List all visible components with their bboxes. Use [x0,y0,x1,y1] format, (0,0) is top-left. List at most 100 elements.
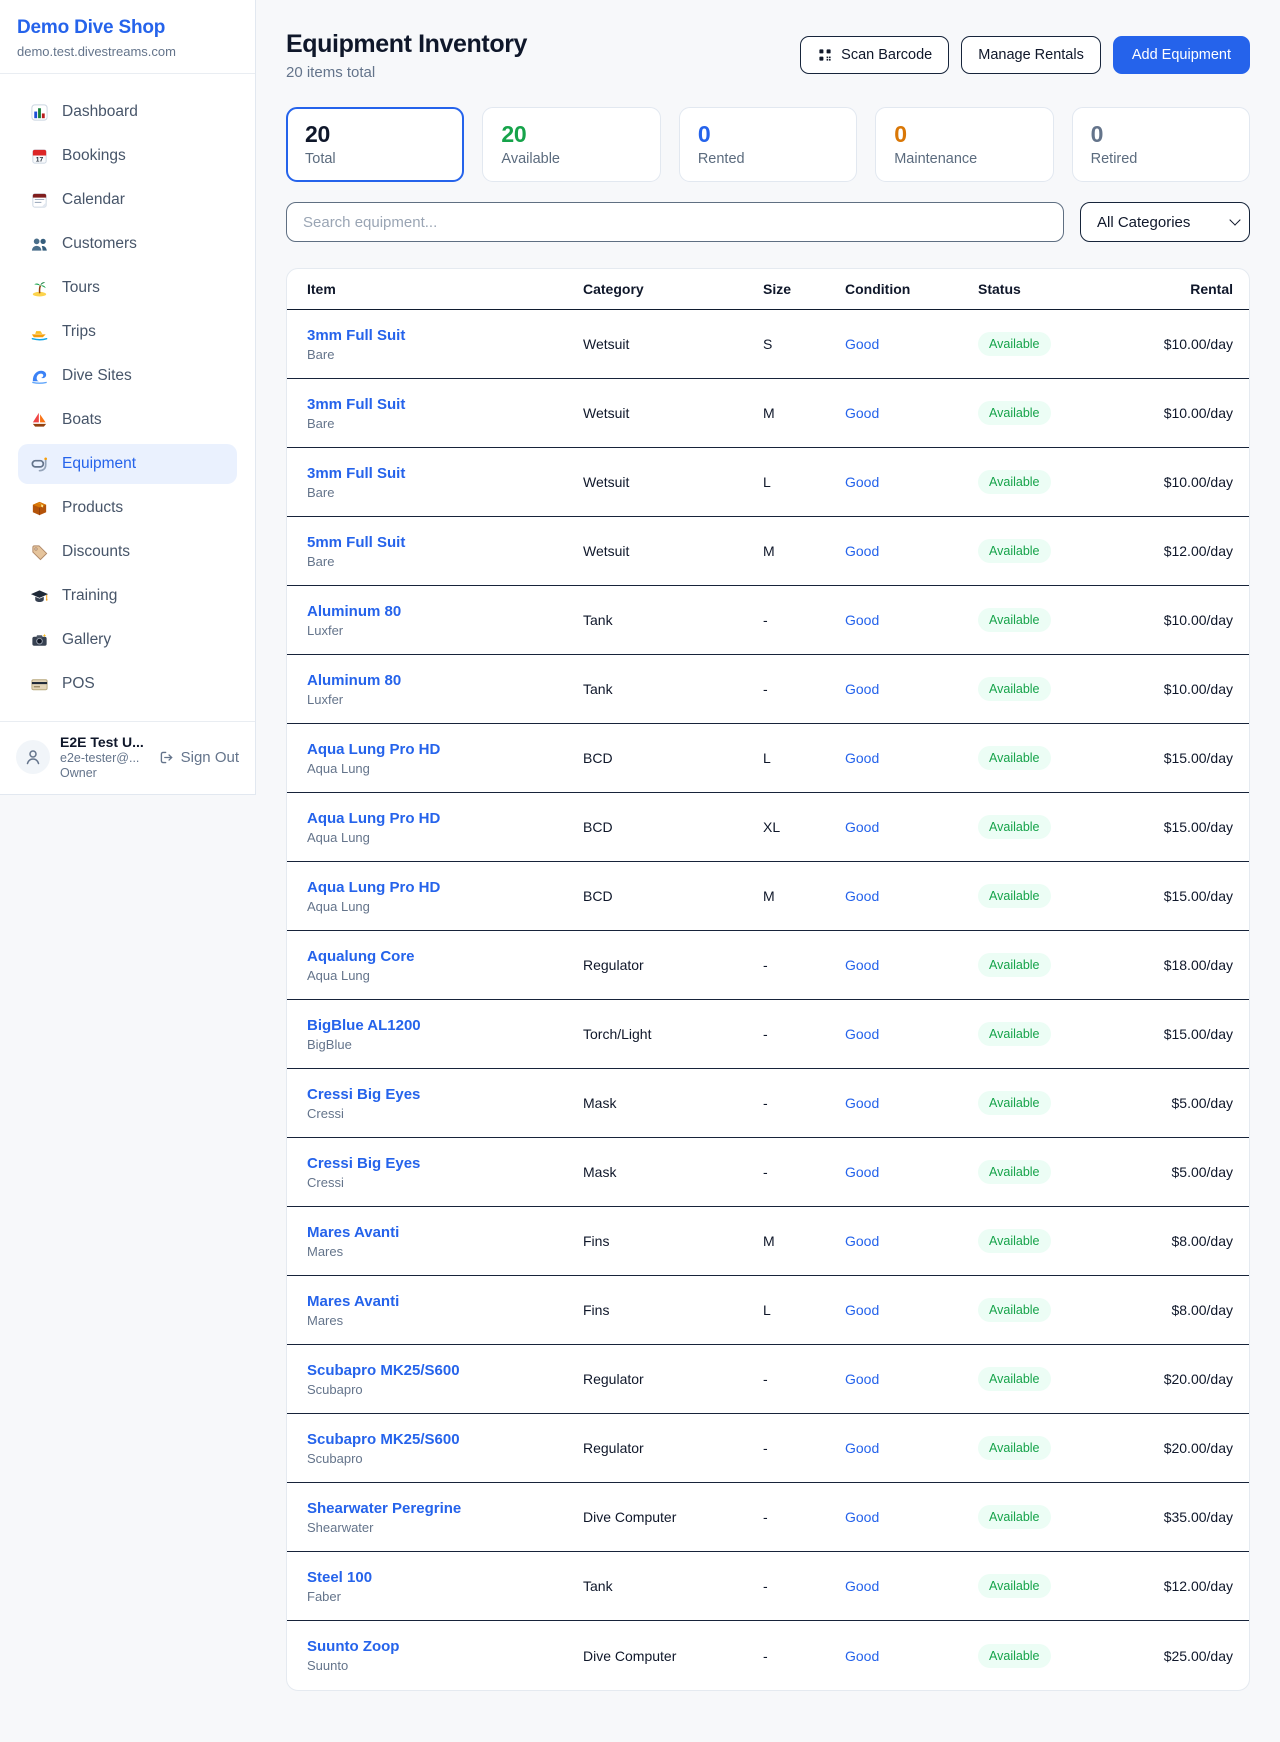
item-brand: Faber [307,1589,583,1604]
sidebar-item-training[interactable]: Training [18,576,237,616]
stat-card-available[interactable]: 20 Available [482,107,660,182]
rental-rate: $15.00/day [1138,888,1233,904]
condition-link[interactable]: Good [845,1509,978,1525]
condition-link[interactable]: Good [845,543,978,559]
brand-title[interactable]: Demo Dive Shop [17,17,238,39]
search-input[interactable] [286,202,1064,242]
item-brand: Bare [307,554,583,569]
rental-rate: $25.00/day [1138,1648,1233,1664]
sidebar-item-dashboard[interactable]: Dashboard [18,92,237,132]
scan-barcode-button[interactable]: Scan Barcode [800,36,949,74]
sidebar-item-trips[interactable]: Trips [18,312,237,352]
condition-link[interactable]: Good [845,1302,978,1318]
sidebar-item-equipment[interactable]: Equipment [18,444,237,484]
item-name-link[interactable]: Mares Avanti [307,1293,583,1310]
condition-link[interactable]: Good [845,1164,978,1180]
table-row: Cressi Big Eyes Cressi Mask - Good Avail… [287,1138,1249,1207]
status-badge: Available [978,539,1051,563]
item-name-link[interactable]: Mares Avanti [307,1224,583,1241]
condition-link[interactable]: Good [845,1578,978,1594]
item-size: - [763,1371,845,1387]
sidebar-item-bookings[interactable]: 17 Bookings [18,136,237,176]
table-row: Aqua Lung Pro HD Aqua Lung BCD M Good Av… [287,862,1249,931]
stat-card-total[interactable]: 20 Total [286,107,464,182]
condition-link[interactable]: Good [845,336,978,352]
condition-link[interactable]: Good [845,405,978,421]
table-row: BigBlue AL1200 BigBlue Torch/Light - Goo… [287,1000,1249,1069]
item-name-link[interactable]: 3mm Full Suit [307,327,583,344]
item-size: L [763,474,845,490]
sidebar-item-label: Tours [62,279,100,297]
sidebar-item-discounts[interactable]: Discounts [18,532,237,572]
item-name-link[interactable]: Aqua Lung Pro HD [307,879,583,896]
item-name-link[interactable]: 3mm Full Suit [307,396,583,413]
condition-link[interactable]: Good [845,1371,978,1387]
sidebar-item-dive-sites[interactable]: Dive Sites [18,356,237,396]
sidebar-item-pos[interactable]: POS [18,664,237,704]
condition-link[interactable]: Good [845,750,978,766]
sidebar-item-products[interactable]: Products [18,488,237,528]
condition-link[interactable]: Good [845,957,978,973]
condition-link[interactable]: Good [845,474,978,490]
condition-link[interactable]: Good [845,1233,978,1249]
add-equipment-button[interactable]: Add Equipment [1113,36,1250,74]
sidebar-item-gallery[interactable]: Gallery [18,620,237,660]
item-size: XL [763,819,845,835]
item-name-link[interactable]: Suunto Zoop [307,1638,583,1655]
item-brand: Aqua Lung [307,968,583,983]
stat-card-maintenance[interactable]: 0 Maintenance [875,107,1053,182]
item-category: Mask [583,1095,763,1111]
item-name-link[interactable]: BigBlue AL1200 [307,1017,583,1034]
status-badge: Available [978,677,1051,701]
item-category: Wetsuit [583,405,763,421]
item-size: S [763,336,845,352]
item-name-link[interactable]: Aluminum 80 [307,672,583,689]
sidebar-item-label: Customers [62,235,137,253]
item-name-link[interactable]: Scubapro MK25/S600 [307,1362,583,1379]
item-name-link[interactable]: Shearwater Peregrine [307,1500,583,1517]
condition-link[interactable]: Good [845,1026,978,1042]
condition-link[interactable]: Good [845,819,978,835]
item-brand: Scubapro [307,1451,583,1466]
item-name-link[interactable]: Aluminum 80 [307,603,583,620]
main-content: Equipment Inventory 20 items total Scan … [256,0,1280,1721]
stat-label: Maintenance [894,151,1034,167]
sidebar-item-calendar[interactable]: Calendar [18,180,237,220]
item-name-link[interactable]: Aqualung Core [307,948,583,965]
condition-link[interactable]: Good [845,681,978,697]
stat-label: Retired [1091,151,1231,167]
item-name-link[interactable]: Cressi Big Eyes [307,1155,583,1172]
item-name-link[interactable]: Aqua Lung Pro HD [307,810,583,827]
condition-link[interactable]: Good [845,1095,978,1111]
condition-link[interactable]: Good [845,1648,978,1664]
item-name-link[interactable]: Steel 100 [307,1569,583,1586]
item-brand: Aqua Lung [307,899,583,914]
item-size: - [763,1648,845,1664]
item-category: Fins [583,1302,763,1318]
sidebar-item-customers[interactable]: Customers [18,224,237,264]
item-name-link[interactable]: Scubapro MK25/S600 [307,1431,583,1448]
page-header: Equipment Inventory 20 items total Scan … [286,30,1250,81]
sidebar: Demo Dive Shop demo.test.divestreams.com… [0,0,256,795]
rental-rate: $20.00/day [1138,1440,1233,1456]
item-name-link[interactable]: 3mm Full Suit [307,465,583,482]
stat-card-rented[interactable]: 0 Rented [679,107,857,182]
item-brand: Luxfer [307,623,583,638]
column-header-item: Item [307,281,583,297]
item-name-link[interactable]: 5mm Full Suit [307,534,583,551]
condition-link[interactable]: Good [845,1440,978,1456]
stat-card-retired[interactable]: 0 Retired [1072,107,1250,182]
item-name-link[interactable]: Aqua Lung Pro HD [307,741,583,758]
condition-link[interactable]: Good [845,612,978,628]
user-meta: E2E Test U... e2e-tester@... Owner [60,734,158,780]
manage-rentals-button[interactable]: Manage Rentals [961,36,1101,74]
sidebar-item-tours[interactable]: Tours [18,268,237,308]
sign-out-button[interactable]: Sign Out [158,749,239,766]
table-row: Aluminum 80 Luxfer Tank - Good Available… [287,655,1249,724]
sidebar-item-boats[interactable]: Boats [18,400,237,440]
table-row: Mares Avanti Mares Fins M Good Available… [287,1207,1249,1276]
category-select[interactable]: All Categories [1080,202,1250,242]
item-name-link[interactable]: Cressi Big Eyes [307,1086,583,1103]
sidebar-item-label: Trips [62,323,96,341]
condition-link[interactable]: Good [845,888,978,904]
